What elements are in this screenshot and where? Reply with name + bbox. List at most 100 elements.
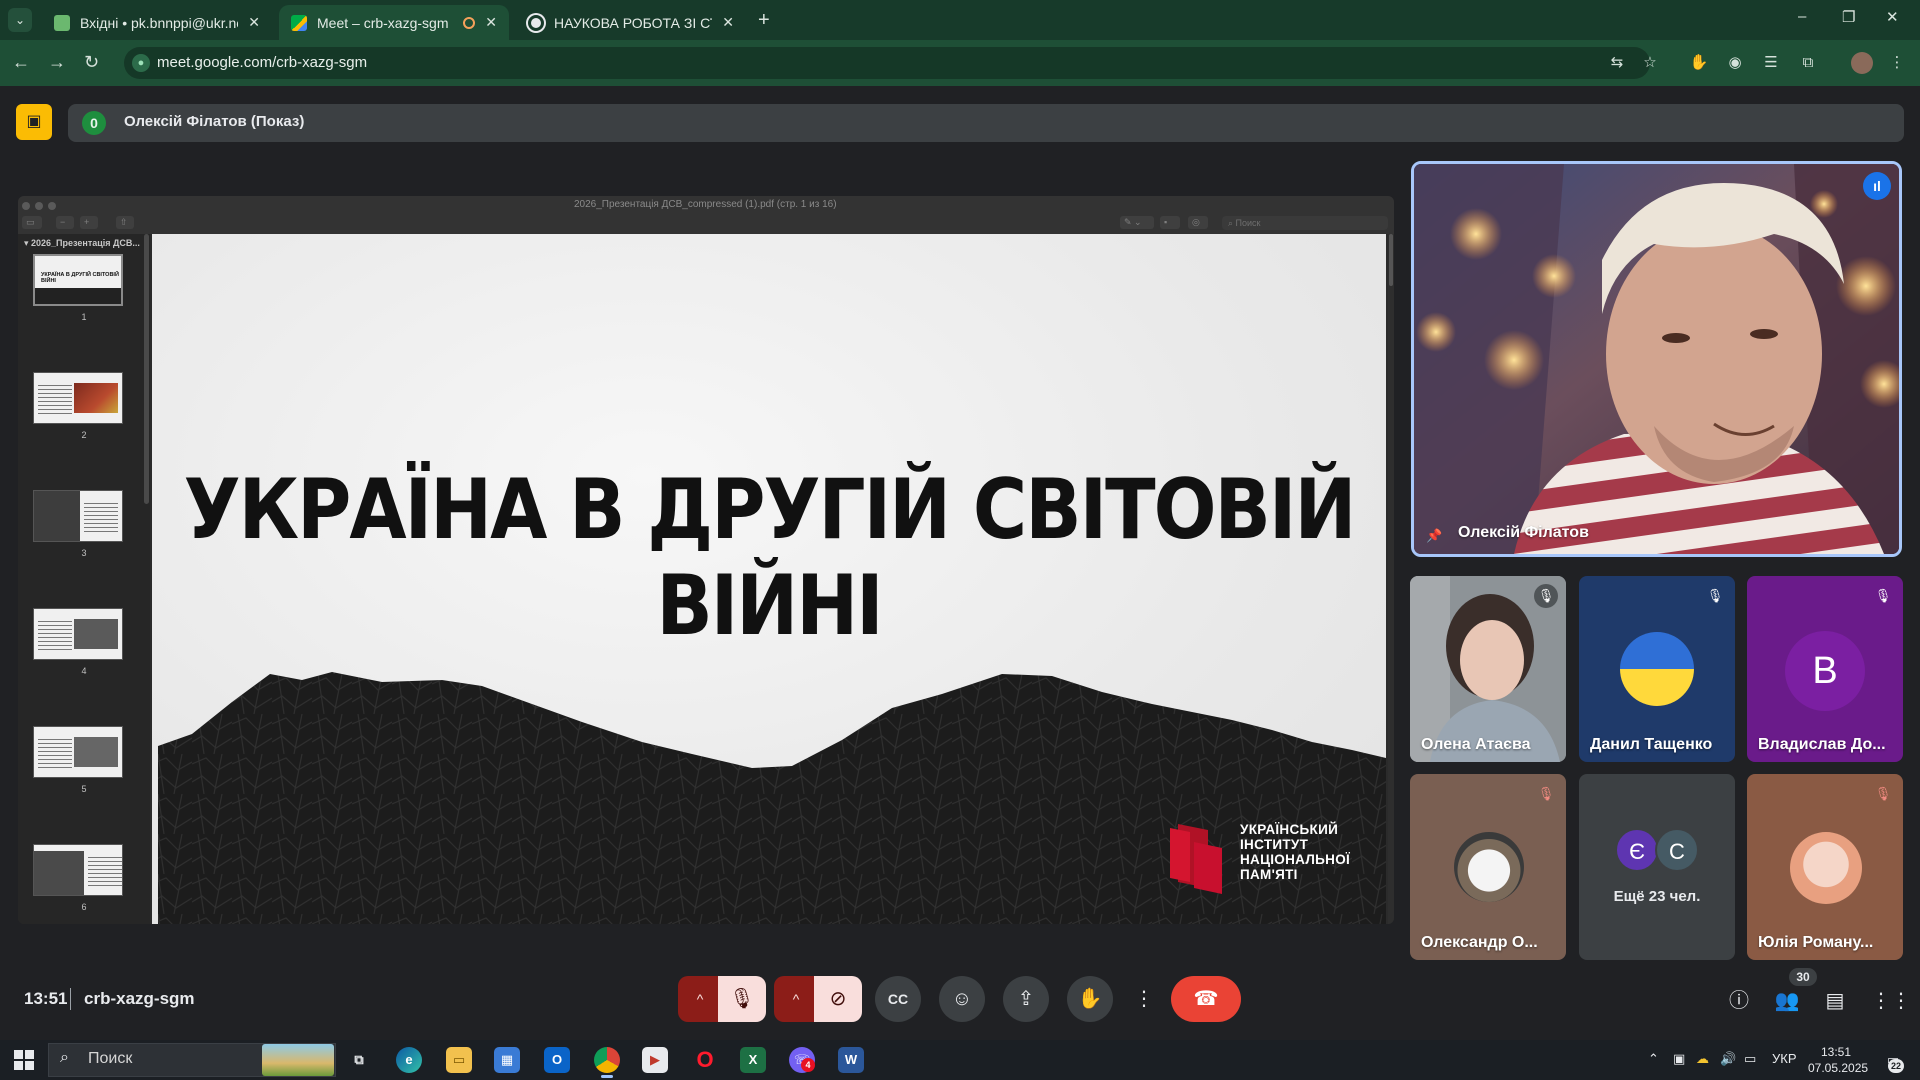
- outlook-icon[interactable]: O: [544, 1047, 570, 1073]
- audio-options-chevron-icon[interactable]: ^: [678, 976, 722, 1022]
- minimize-button[interactable]: –: [1798, 8, 1806, 25]
- new-tab-button[interactable]: +: [758, 9, 770, 32]
- sidebar-title-text: 2026_Презентація ДСВ...: [31, 238, 140, 248]
- tray-network-icon[interactable]: ▭: [1744, 1051, 1756, 1067]
- edge-icon[interactable]: e: [396, 1047, 422, 1073]
- forward-arrow-icon[interactable]: →: [48, 52, 66, 73]
- browser-menu-icon[interactable]: ⋮: [1886, 52, 1908, 74]
- tray-overflow-chevron-icon[interactable]: ⌃: [1648, 1051, 1659, 1067]
- tray-device-icon[interactable]: ▣: [1673, 1051, 1685, 1067]
- participant-avatar: [1790, 832, 1862, 904]
- thumbnail-1-title: УКРАЇНА В ДРУГІЙ СВІТОВІЙ ВІЙНІ: [41, 272, 119, 284]
- thumbnail-number: 6: [81, 902, 87, 912]
- participant-tile[interactable]: 🎙 Олександр О...: [1410, 774, 1566, 960]
- microphone-site-icon[interactable]: ●: [132, 54, 150, 72]
- mic-off-icon: 🎙: [1534, 584, 1558, 608]
- participant-name: Юлія Роману...: [1758, 934, 1874, 951]
- store-icon[interactable]: ▦: [494, 1047, 520, 1073]
- tab-meet-close-icon[interactable]: ✕: [485, 14, 497, 31]
- emoji-button[interactable]: ☺: [939, 976, 985, 1022]
- presenter-label: Олексій Філатов (Показ): [124, 113, 305, 130]
- leave-call-button[interactable]: ☎: [1171, 976, 1241, 1022]
- presentation-bar[interactable]: [68, 104, 1904, 142]
- people-count-badge: 30: [1789, 968, 1817, 986]
- media-player-icon[interactable]: ▶: [642, 1047, 668, 1073]
- chrome-icon[interactable]: [594, 1047, 620, 1078]
- translate-icon[interactable]: ⇆: [1606, 52, 1628, 74]
- url-text[interactable]: meet.google.com/crb-xazg-sgm: [157, 54, 367, 71]
- stop-presenting-icon[interactable]: ▣: [16, 104, 52, 140]
- participant-tile[interactable]: 🎙 Данил Тащенко: [1579, 576, 1735, 762]
- excel-icon[interactable]: X: [740, 1047, 766, 1073]
- tab-meet[interactable]: Meet – crb-xazg-sgm ✕: [279, 5, 509, 40]
- tab-search-button[interactable]: ⌄: [8, 8, 32, 32]
- people-icon[interactable]: 👥: [1774, 988, 1800, 1014]
- more-avatar-2: С: [1655, 828, 1699, 872]
- tray-clock[interactable]: 13:51 07.05.2025: [1808, 1044, 1868, 1076]
- more-participants-tile[interactable]: Є С Ещё 23 чел.: [1579, 774, 1735, 960]
- present-now-button[interactable]: ⇪: [1003, 976, 1049, 1022]
- word-icon[interactable]: W: [838, 1047, 864, 1073]
- tab-meet-title: Meet – crb-xazg-sgm: [317, 14, 449, 31]
- thumbnail-number: 5: [81, 784, 87, 794]
- close-window-button[interactable]: ✕: [1886, 8, 1899, 26]
- video-options-chevron-icon[interactable]: ^: [774, 976, 818, 1022]
- viewer-search-field: ⌕ Поиск: [1222, 216, 1388, 230]
- extensions-puzzle-icon[interactable]: ⧉: [1797, 52, 1819, 74]
- more-options-button[interactable]: ⋮: [1131, 976, 1157, 1022]
- sidebar-title: ▾ 2026_Презентація ДСВ...: [24, 238, 140, 248]
- notifications-count: 22: [1888, 1059, 1904, 1073]
- mic-off-icon: 🎙: [1537, 786, 1555, 801]
- participant-tile[interactable]: 🎙 Юлія Роману...: [1747, 774, 1903, 960]
- restore-button[interactable]: ❐: [1842, 8, 1855, 26]
- extension-hand-icon[interactable]: ✋: [1688, 52, 1710, 74]
- participant-avatar: [1454, 832, 1524, 902]
- reload-icon[interactable]: ↻: [84, 52, 99, 73]
- tray-volume-icon[interactable]: 🔊: [1720, 1051, 1736, 1067]
- slide-title: УКРАЇНА В ДРУГІЙ СВІТОВІЙ ВІЙНІ: [183, 461, 1357, 655]
- tray-weather-icon[interactable]: ☁: [1696, 1051, 1709, 1067]
- tab-research[interactable]: НАУКОВА РОБОТА ЗІ СТУДЕНТ ✕: [516, 5, 746, 40]
- extension-w-icon[interactable]: ◉: [1724, 52, 1746, 74]
- windows-start-icon[interactable]: [14, 1050, 34, 1070]
- tab-mail-title: Вхідні • pk.bnnppi@ukr.net: [80, 14, 239, 31]
- participant-avatar: В: [1785, 631, 1865, 711]
- opera-icon[interactable]: O: [692, 1047, 718, 1073]
- back-arrow-icon[interactable]: ←: [12, 52, 30, 73]
- viewer-search-placeholder: Поиск: [1235, 218, 1261, 228]
- tab-mail[interactable]: Вхідні • pk.bnnppi@ukr.net ✕: [42, 5, 272, 40]
- chat-icon[interactable]: ▤: [1822, 988, 1848, 1014]
- input-language[interactable]: УКР: [1772, 1051, 1797, 1066]
- viewer-zoom-in-icon: +: [80, 216, 98, 229]
- viewer-scrollbar: [1388, 234, 1394, 924]
- pin-icon[interactable]: 📌: [1426, 528, 1442, 544]
- activities-grid-icon[interactable]: ⋮⋮: [1871, 988, 1911, 1014]
- participant-name: Владислав До...: [1758, 736, 1886, 753]
- main-speaker-tile[interactable]: ıl 📌 Олексій Філатов: [1411, 161, 1902, 557]
- extension-menu-icon[interactable]: ☰: [1760, 52, 1782, 74]
- camera-off-button[interactable]: ⊘: [814, 976, 862, 1022]
- tab-research-close-icon[interactable]: ✕: [722, 14, 734, 31]
- file-explorer-icon[interactable]: ▭: [446, 1047, 472, 1073]
- tray-time-text: 13:51: [1820, 1045, 1852, 1059]
- thumbnail-4: [33, 608, 123, 660]
- thumbnail-1-mountain: [35, 288, 121, 304]
- participant-tile[interactable]: В 🎙 Владислав До...: [1747, 576, 1903, 762]
- viewer-zoom-out-icon: −: [56, 216, 74, 229]
- tab-mail-close-icon[interactable]: ✕: [248, 14, 260, 31]
- main-speaker-video: [1414, 164, 1899, 554]
- presentation-slide: УКРАЇНА В ДРУГІЙ СВІТОВІЙ ВІЙНІ УКРАЇНСЬ…: [152, 234, 1386, 924]
- task-view-icon[interactable]: ⧉: [346, 1047, 372, 1073]
- participant-name: Олена Атаєва: [1421, 736, 1531, 753]
- participant-tile[interactable]: 🎙 Олена Атаєва: [1410, 576, 1566, 762]
- viewer-lock-icon: ▪: [1160, 216, 1180, 229]
- captions-button[interactable]: CC: [875, 976, 921, 1022]
- meeting-info-icon[interactable]: ⓘ: [1726, 988, 1752, 1014]
- mic-off-button[interactable]: 🎙: [718, 976, 766, 1022]
- bookmark-star-icon[interactable]: ☆: [1639, 52, 1661, 74]
- meet-favicon-icon: [291, 14, 307, 31]
- search-highlight-image: [262, 1044, 334, 1076]
- profile-avatar[interactable]: [1851, 52, 1873, 74]
- raise-hand-button[interactable]: ✋: [1067, 976, 1113, 1022]
- openai-favicon-icon: [528, 14, 544, 31]
